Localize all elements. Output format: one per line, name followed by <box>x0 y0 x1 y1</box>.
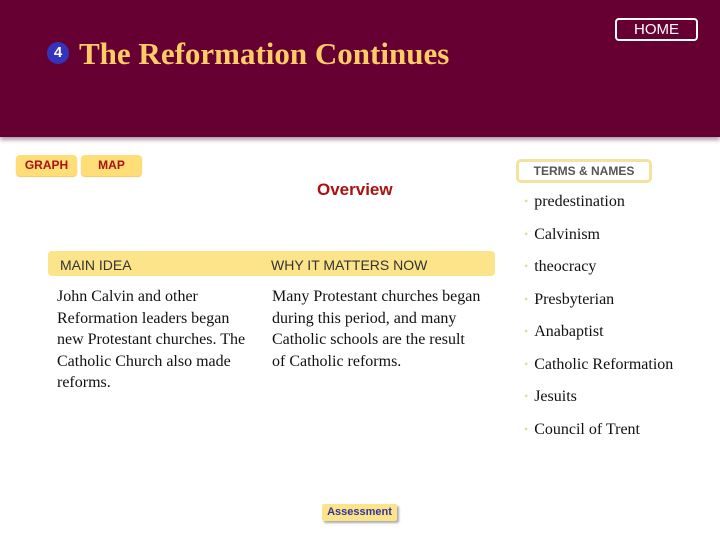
assessment-button[interactable]: Assessment <box>322 504 397 521</box>
term-label: Jesuits <box>534 388 577 405</box>
section-number-badge: 4 <box>47 42 69 64</box>
why-it-matters-heading: WHY IT MATTERS NOW <box>271 257 428 273</box>
header-banner: 4 The Reformation Continues HOME <box>0 0 720 137</box>
bullet-icon: • <box>524 259 529 273</box>
main-idea-text: John Calvin and other Reformation leader… <box>57 288 246 392</box>
term-label: Presbyterian <box>534 290 615 308</box>
overview-heading: Overview <box>317 180 393 199</box>
terms-names-heading: TERMS & NAMES <box>516 159 652 183</box>
term-label: Calvinism <box>534 225 600 243</box>
bullet-icon: • <box>524 324 529 338</box>
why-it-matters-text: Many Protestant churches began during th… <box>272 288 481 370</box>
term-label: Anabaptist <box>534 323 604 340</box>
graph-button[interactable]: GRAPH <box>16 155 77 176</box>
home-button[interactable]: HOME <box>615 18 698 41</box>
term-item[interactable]: • Presbyterian <box>524 288 673 321</box>
bullet-icon: • <box>524 194 529 208</box>
bullet-icon: • <box>524 389 529 403</box>
bullet-icon: • <box>524 421 529 436</box>
term-item[interactable]: • Catholic Reformation <box>524 353 673 386</box>
page-title: The Reformation Continues <box>79 36 450 71</box>
term-item[interactable]: • predestination <box>524 190 673 223</box>
terms-list: • predestination • Calvinism • theocracy • P… <box>524 190 673 450</box>
term-label: Council of Trent <box>534 420 640 438</box>
term-label: predestination <box>534 193 625 210</box>
term-item[interactable]: • theocracy <box>524 255 673 288</box>
term-label: Catholic Reformation <box>534 355 674 373</box>
map-button[interactable]: MAP <box>81 155 142 176</box>
term-item[interactable]: • Council of Trent <box>524 418 673 451</box>
term-item[interactable]: • Anabaptist <box>524 320 673 353</box>
term-label: theocracy <box>534 258 597 275</box>
term-item[interactable]: • Calvinism <box>524 223 673 256</box>
bullet-icon: • <box>524 226 529 241</box>
bullet-icon: • <box>524 291 529 306</box>
term-item[interactable]: • Jesuits <box>524 385 673 418</box>
main-idea-heading: MAIN IDEA <box>60 257 132 273</box>
bullet-icon: • <box>524 356 529 371</box>
